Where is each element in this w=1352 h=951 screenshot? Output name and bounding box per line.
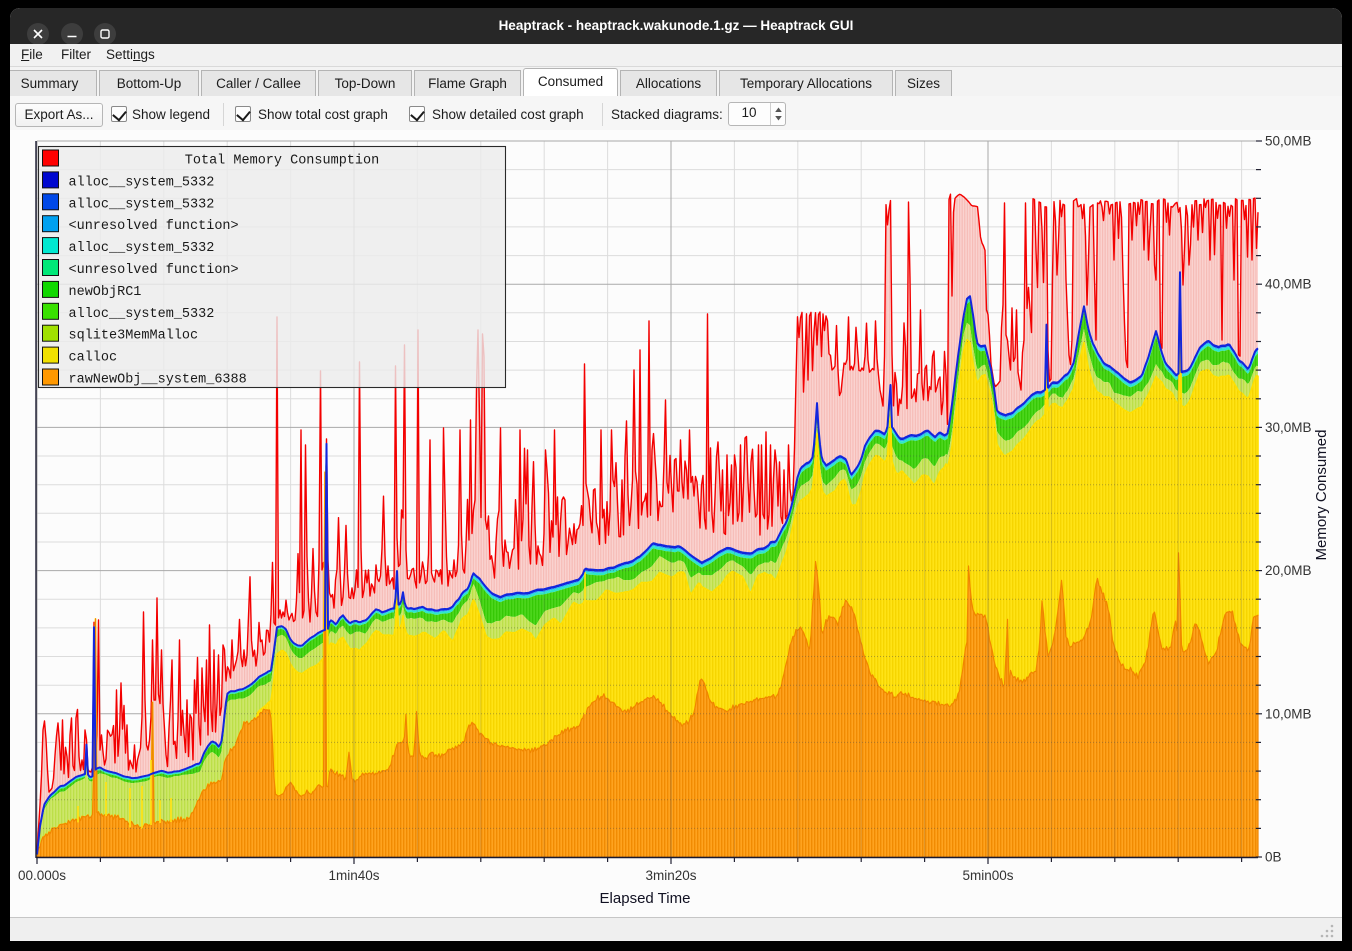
svg-text:<unresolved function>: <unresolved function> [69,219,239,234]
svg-text:alloc__system_5332: alloc__system_5332 [69,197,215,212]
svg-text:Total Memory Consumption: Total Memory Consumption [185,154,379,169]
svg-text:alloc__system_5332: alloc__system_5332 [69,241,215,256]
svg-text:Elapsed Time: Elapsed Time [600,890,691,907]
svg-text:rawNewObj__system_6388: rawNewObj__system_6388 [69,373,247,388]
svg-text:calloc: calloc [69,351,118,366]
svg-text:alloc__system_5332: alloc__system_5332 [69,175,215,190]
svg-text:0B: 0B [1265,850,1282,865]
svg-text:40,0MB: 40,0MB [1265,277,1312,292]
svg-text:1min40s: 1min40s [328,868,379,883]
svg-text:20,0MB: 20,0MB [1265,563,1312,578]
svg-text:5min00s: 5min00s [962,868,1013,883]
svg-text:3min20s: 3min20s [645,868,696,883]
svg-text:<unresolved function>: <unresolved function> [69,263,239,278]
svg-text:50,0MB: 50,0MB [1265,134,1312,149]
svg-text:sqlite3MemMalloc: sqlite3MemMalloc [69,329,199,344]
svg-text:alloc__system_5332: alloc__system_5332 [69,307,215,322]
svg-text:30,0MB: 30,0MB [1265,420,1312,435]
svg-text:10,0MB: 10,0MB [1265,706,1312,721]
svg-text:Memory Consumed: Memory Consumed [1313,430,1330,561]
svg-text:00.000s: 00.000s [18,868,66,883]
svg-text:newObjRC1: newObjRC1 [69,285,142,300]
